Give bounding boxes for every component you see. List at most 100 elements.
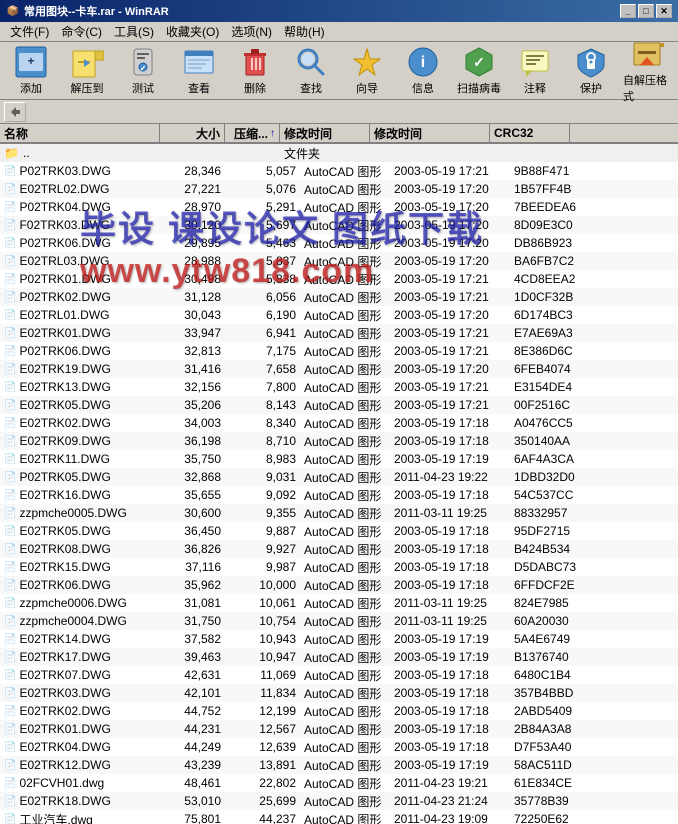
- delete-button[interactable]: 删除: [228, 45, 282, 97]
- table-row[interactable]: 📄P02TRK04.DWG 28,970 5,291 AutoCAD 图形 20…: [0, 198, 678, 216]
- file-comp: 44,237: [225, 812, 300, 824]
- protect-button[interactable]: 保护: [564, 45, 618, 97]
- window-title: 常用图块--卡车.rar - WinRAR: [24, 3, 620, 19]
- table-row[interactable]: 📄E02TRK06.DWG 35,962 10,000 AutoCAD 图形 2…: [0, 576, 678, 594]
- table-row[interactable]: 📄E02TRK11.DWG 35,750 8,983 AutoCAD 图形 20…: [0, 450, 678, 468]
- file-type: AutoCAD 图形: [300, 577, 390, 594]
- file-name: 📄E02TRK14.DWG: [0, 632, 160, 646]
- menu-tools[interactable]: 工具(S): [108, 21, 160, 42]
- file-type: AutoCAD 图形: [300, 649, 390, 666]
- table-row[interactable]: 📄E02TRK01.DWG 44,231 12,567 AutoCAD 图形 2…: [0, 720, 678, 738]
- wizard-label: 向导: [356, 80, 378, 96]
- table-row[interactable]: 📄zzpmche0006.DWG 31,081 10,061 AutoCAD 图…: [0, 594, 678, 612]
- file-size: 32,868: [160, 470, 225, 484]
- file-comp: 9,092: [225, 488, 300, 502]
- menu-help[interactable]: 帮助(H): [278, 21, 331, 42]
- file-name: 📄工业汽车.dwg: [0, 811, 160, 824]
- table-row[interactable]: 📄02FCVH01.dwg 48,461 22,802 AutoCAD 图形 2…: [0, 774, 678, 792]
- table-row[interactable]: 📄P02TRK06.DWG 29,895 5,463 AutoCAD 图形 20…: [0, 234, 678, 252]
- menu-file[interactable]: 文件(F): [4, 21, 55, 42]
- col-header-type[interactable]: 修改时间: [280, 124, 370, 142]
- file-modified: 2003-05-19 17:20: [390, 200, 510, 214]
- find-button[interactable]: 查找: [284, 45, 338, 97]
- menu-options[interactable]: 选项(N): [225, 21, 278, 42]
- file-type: AutoCAD 图形: [300, 217, 390, 234]
- table-row[interactable]: 📄E02TRK14.DWG 37,582 10,943 AutoCAD 图形 2…: [0, 630, 678, 648]
- menu-favorites[interactable]: 收藏夹(O): [160, 21, 225, 42]
- file-size: 36,198: [160, 434, 225, 448]
- add-button[interactable]: + 添加: [4, 45, 58, 97]
- table-row[interactable]: 📄E02TRK17.DWG 39,463 10,947 AutoCAD 图形 2…: [0, 648, 678, 666]
- menu-command[interactable]: 命令(C): [55, 21, 108, 42]
- table-row[interactable]: 📄P02TRK02.DWG 31,128 6,056 AutoCAD 图形 20…: [0, 288, 678, 306]
- file-crc: 4CD8EEA2: [510, 272, 590, 286]
- file-size: 42,101: [160, 686, 225, 700]
- maximize-button[interactable]: □: [638, 4, 654, 18]
- table-row[interactable]: 📄E02TRK01.DWG 33,947 6,941 AutoCAD 图形 20…: [0, 324, 678, 342]
- table-row[interactable]: 📄E02TRK16.DWG 35,655 9,092 AutoCAD 图形 20…: [0, 486, 678, 504]
- file-comp: 8,340: [225, 416, 300, 430]
- table-row[interactable]: 📄E02TRL02.DWG 27,221 5,076 AutoCAD 图形 20…: [0, 180, 678, 198]
- test-button[interactable]: ✓ 测试: [116, 45, 170, 97]
- file-size: 44,231: [160, 722, 225, 736]
- table-row[interactable]: 📄E02TRK13.DWG 32,156 7,800 AutoCAD 图形 20…: [0, 378, 678, 396]
- file-comp: 10,754: [225, 614, 300, 628]
- file-size: 48,461: [160, 776, 225, 790]
- comment-button[interactable]: 注释: [508, 45, 562, 97]
- table-row[interactable]: 📄E02TRK04.DWG 44,249 12,639 AutoCAD 图形 2…: [0, 738, 678, 756]
- table-row[interactable]: 📄zzpmche0005.DWG 30,600 9,355 AutoCAD 图形…: [0, 504, 678, 522]
- table-row[interactable]: 📄zzpmche0004.DWG 31,750 10,754 AutoCAD 图…: [0, 612, 678, 630]
- table-row[interactable]: 📄P02TRK05.DWG 32,868 9,031 AutoCAD 图形 20…: [0, 468, 678, 486]
- table-row[interactable]: 📄F02TRK03.DWG 30,120 5,697 AutoCAD 图形 20…: [0, 216, 678, 234]
- col-header-modified[interactable]: 修改时间: [370, 124, 490, 142]
- table-row[interactable]: 📄E02TRK12.DWG 43,239 13,891 AutoCAD 图形 2…: [0, 756, 678, 774]
- table-row[interactable]: 📄工业汽车.dwg 75,801 44,237 AutoCAD 图形 2011-…: [0, 810, 678, 824]
- close-button[interactable]: ✕: [656, 4, 672, 18]
- table-row[interactable]: 📄E02TRL03.DWG 28,988 5,837 AutoCAD 图形 20…: [0, 252, 678, 270]
- file-type: AutoCAD 图形: [300, 433, 390, 450]
- table-row[interactable]: 📄P02TRK01.DWG 30,498 5,838 AutoCAD 图形 20…: [0, 270, 678, 288]
- table-row[interactable]: 📄P02TRK03.DWG 28,346 5,057 AutoCAD 图形 20…: [0, 162, 678, 180]
- wizard-button[interactable]: 向导: [340, 45, 394, 97]
- table-row[interactable]: 📄E02TRK02.DWG 34,003 8,340 AutoCAD 图形 20…: [0, 414, 678, 432]
- view-button[interactable]: 查看: [172, 45, 226, 97]
- table-row[interactable]: 📄E02TRK05.DWG 36,450 9,887 AutoCAD 图形 20…: [0, 522, 678, 540]
- table-row[interactable]: 📄E02TRK18.DWG 53,010 25,699 AutoCAD 图形 2…: [0, 792, 678, 810]
- table-row[interactable]: 📄E02TRK15.DWG 37,116 9,987 AutoCAD 图形 20…: [0, 558, 678, 576]
- file-crc: 1B57FF4B: [510, 182, 590, 196]
- file-size: 35,962: [160, 578, 225, 592]
- info-button[interactable]: i 信息: [396, 45, 450, 97]
- file-size: 31,416: [160, 362, 225, 376]
- col-header-crc[interactable]: CRC32: [490, 124, 570, 142]
- folder-row[interactable]: 📁.. 文件夹: [0, 144, 678, 162]
- table-row[interactable]: 📄E02TRK08.DWG 36,826 9,927 AutoCAD 图形 20…: [0, 540, 678, 558]
- scan-button[interactable]: ✓ 扫描病毒: [452, 45, 506, 97]
- file-name: 📄E02TRK13.DWG: [0, 380, 160, 394]
- file-name: 📄E02TRK11.DWG: [0, 452, 160, 466]
- table-row[interactable]: 📄E02TRK02.DWG 44,752 12,199 AutoCAD 图形 2…: [0, 702, 678, 720]
- table-row[interactable]: 📄E02TRL01.DWG 30,043 6,190 AutoCAD 图形 20…: [0, 306, 678, 324]
- file-crc: 5A4E6749: [510, 632, 590, 646]
- table-row[interactable]: 📄E02TRK19.DWG 31,416 7,658 AutoCAD 图形 20…: [0, 360, 678, 378]
- file-type: AutoCAD 图形: [300, 253, 390, 270]
- col-header-size[interactable]: 大小: [160, 124, 225, 142]
- table-row[interactable]: 📄E02TRK05.DWG 35,206 8,143 AutoCAD 图形 20…: [0, 396, 678, 414]
- selfextract-button[interactable]: 自解压格式: [620, 45, 674, 97]
- table-row[interactable]: 📄E02TRK09.DWG 36,198 8,710 AutoCAD 图形 20…: [0, 432, 678, 450]
- table-row[interactable]: 📄P02TRK06.DWG 32,813 7,175 AutoCAD 图形 20…: [0, 342, 678, 360]
- col-header-name[interactable]: 名称: [0, 124, 160, 142]
- back-button[interactable]: [4, 102, 26, 122]
- file-modified: 2003-05-19 17:18: [390, 722, 510, 736]
- col-header-comp[interactable]: 压缩... ↑: [225, 124, 280, 142]
- sort-arrow-icon: ↑: [270, 128, 275, 139]
- table-row[interactable]: 📄E02TRK07.DWG 42,631 11,069 AutoCAD 图形 2…: [0, 666, 678, 684]
- file-crc: BA6FB7C2: [510, 254, 590, 268]
- file-type: AutoCAD 图形: [300, 325, 390, 342]
- table-row[interactable]: 📄E02TRK03.DWG 42,101 11,834 AutoCAD 图形 2…: [0, 684, 678, 702]
- file-size: 35,206: [160, 398, 225, 412]
- extract-button[interactable]: 解压到: [60, 45, 114, 97]
- file-modified: 2003-05-19 17:20: [390, 218, 510, 232]
- file-crc: 72250E62: [510, 812, 590, 824]
- minimize-button[interactable]: _: [620, 4, 636, 18]
- file-crc: 8E386D6C: [510, 344, 590, 358]
